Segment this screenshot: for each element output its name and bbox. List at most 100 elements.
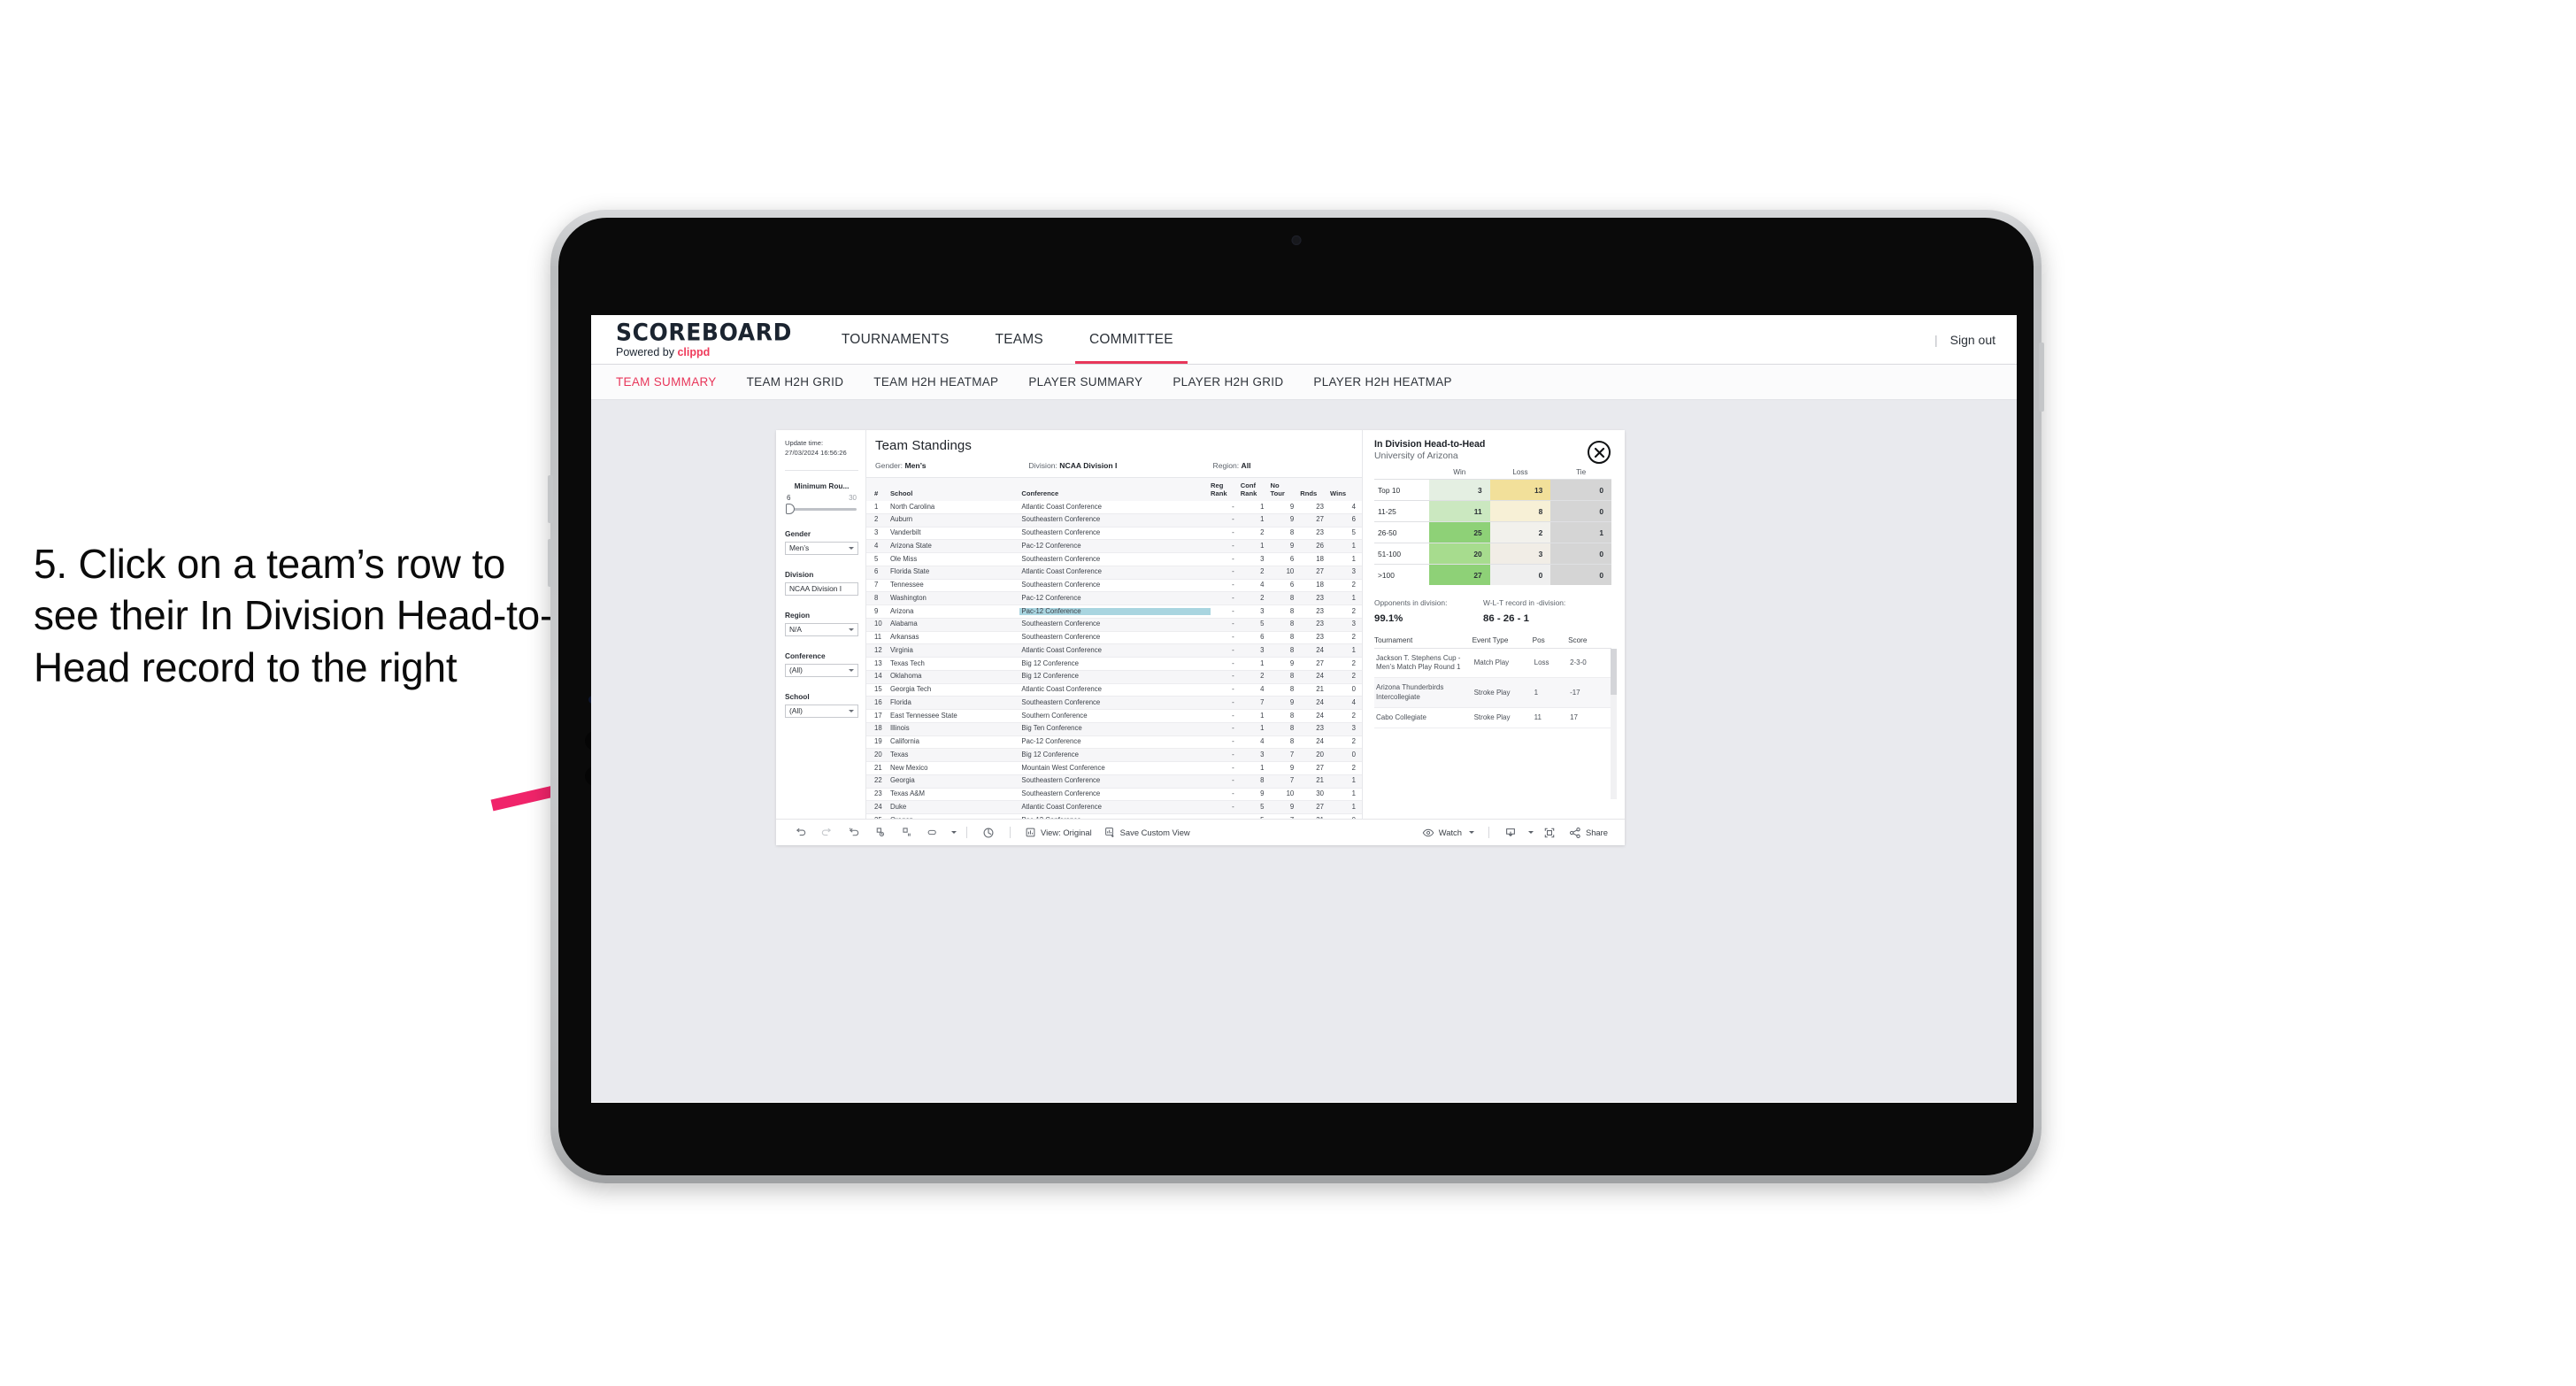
- table-row[interactable]: 3 Vanderbilt Southeastern Conference - 2 8 23 5: [866, 527, 1362, 540]
- col-wins[interactable]: Wins: [1329, 478, 1362, 501]
- cell-no-tour: 7: [1289, 750, 1295, 758]
- chevron-down-icon: [849, 668, 854, 672]
- subnav-item-player-h2h-heatmap[interactable]: PLAYER H2H HEATMAP: [1313, 375, 1451, 389]
- table-row[interactable]: 11 Arkansas Southeastern Conference - 6 8 23 2: [866, 631, 1362, 644]
- share-button[interactable]: Share: [1563, 827, 1614, 839]
- download-caret-icon[interactable]: [1524, 820, 1536, 846]
- cell-conf-rank: 4: [1260, 685, 1265, 694]
- col-conf-rank[interactable]: Conf Rank: [1240, 478, 1271, 501]
- cell-reg-rank: -: [1232, 593, 1234, 602]
- table-row[interactable]: 6 Florida State Atlantic Coast Conference -…: [866, 566, 1362, 579]
- undo-icon[interactable]: [787, 820, 813, 846]
- table-row[interactable]: 7 Tennessee Southeastern Conference - 4 6 18 2: [866, 579, 1362, 592]
- table-row[interactable]: 23 Texas A&M Southeastern Conference - 9 10 30…: [866, 788, 1362, 801]
- scrollbar-thumb[interactable]: [1611, 649, 1617, 695]
- table-row[interactable]: Jackson T. Stephens Cup - Men’s Match Pl…: [1374, 648, 1611, 679]
- power-button[interactable]: [2039, 343, 2044, 412]
- cell-rank: 22: [874, 776, 882, 785]
- table-row[interactable]: 1 North Carolina Atlantic Coast Conference…: [866, 501, 1362, 514]
- gender-label: Gender: [785, 528, 811, 538]
- col-score[interactable]: Score: [1568, 636, 1611, 649]
- cell-no-tour: 9: [1289, 763, 1295, 772]
- table-row[interactable]: 13 Texas Tech Big 12 Conference - 1 9 27 2: [866, 658, 1362, 671]
- subnav-item-team-h2h-grid[interactable]: TEAM H2H GRID: [747, 375, 844, 389]
- watch-button[interactable]: Watch: [1416, 828, 1480, 838]
- brand-logo[interactable]: SCOREBOARD Powered by clippd: [591, 320, 811, 358]
- cell-school: Oklahoma: [889, 672, 922, 681]
- table-row[interactable]: 19 California Pac-12 Conference - 4 8 24 2: [866, 735, 1362, 749]
- table-row[interactable]: 17 East Tennessee State Southern Conferenc…: [866, 710, 1362, 723]
- table-row[interactable]: 15 Georgia Tech Atlantic Coast Conference -…: [866, 683, 1362, 697]
- table-row[interactable]: 16 Florida Southeastern Conference - 7 9 24 4: [866, 696, 1362, 710]
- subnav-item-player-summary[interactable]: PLAYER SUMMARY: [1028, 375, 1142, 389]
- device-preview-icon[interactable]: [919, 820, 946, 846]
- table-row[interactable]: 14 Oklahoma Big 12 Conference - 2 8 24 2: [866, 670, 1362, 683]
- table-row[interactable]: 21 New Mexico Mountain West Conference - 1 9 2…: [866, 762, 1362, 775]
- slider-handle[interactable]: [786, 503, 795, 514]
- school-select[interactable]: (All): [785, 704, 858, 718]
- table-row[interactable]: 10 Alabama Southeastern Conference - 5 8 23 3: [866, 618, 1362, 631]
- view-original-button[interactable]: View: Original: [1019, 827, 1098, 838]
- fullscreen-icon[interactable]: [1536, 820, 1563, 846]
- table-row[interactable]: 4 Arizona State Pac-12 Conference - 1 9 26 1: [866, 539, 1362, 553]
- col-rank[interactable]: #: [866, 478, 890, 501]
- col-event-type[interactable]: Event Type: [1472, 636, 1533, 649]
- device-preview-caret-icon[interactable]: [946, 820, 958, 846]
- cell-reg-rank: -: [1232, 567, 1234, 576]
- close-icon[interactable]: [1588, 441, 1611, 464]
- table-row[interactable]: 2 Auburn Southeastern Conference - 1 9 27 6: [866, 513, 1362, 527]
- subnav-item-team-summary[interactable]: TEAM SUMMARY: [616, 375, 717, 389]
- col-conference[interactable]: Conference: [1021, 478, 1211, 501]
- h2h-cell-tie: 1: [1550, 521, 1611, 543]
- nav-tab-committee[interactable]: COMMITTEE: [1066, 315, 1196, 364]
- redo-icon[interactable]: [813, 820, 840, 846]
- nav-tab-teams[interactable]: TEAMS: [973, 315, 1066, 364]
- alerts-icon[interactable]: [975, 820, 1002, 846]
- meta-region: Region: All: [1212, 461, 1251, 470]
- volume-up-button[interactable]: [548, 475, 553, 523]
- table-row[interactable]: 24 Duke Atlantic Coast Conference - 5 9 27 1: [866, 800, 1362, 814]
- save-custom-view-button[interactable]: Save Custom View: [1098, 827, 1196, 838]
- table-row[interactable]: 22 Georgia Southeastern Conference - 8 7 21 1: [866, 774, 1362, 788]
- volume-down-button[interactable]: [548, 539, 553, 587]
- table-row[interactable]: 12 Virginia Atlantic Coast Conference - 3 8 24…: [866, 643, 1362, 658]
- h2h-cell-tie: 0: [1550, 564, 1611, 585]
- table-row[interactable]: 20 Texas Big 12 Conference - 3 7 20 0: [866, 748, 1362, 762]
- division-select[interactable]: NCAA Division I: [785, 581, 858, 596]
- download-icon[interactable]: [1497, 820, 1524, 846]
- col-no-tour[interactable]: No Tour: [1270, 478, 1301, 501]
- cell-conf-rank: 7: [1260, 697, 1265, 706]
- col-pos[interactable]: Pos: [1532, 636, 1569, 649]
- table-row[interactable]: 5 Ole Miss Southeastern Conference - 3 6 18 1: [866, 553, 1362, 566]
- sign-out-link[interactable]: Sign out: [1950, 333, 1995, 347]
- gender-value: Men’s: [789, 543, 810, 553]
- table-row[interactable]: Arizona Thunderbirds Intercollegiate Stro…: [1374, 677, 1611, 708]
- app-screen: SCOREBOARD Powered by clippd TOURNAMENTS…: [591, 315, 2017, 1103]
- revert-icon[interactable]: [840, 820, 866, 846]
- conference-value: (All): [789, 666, 803, 675]
- pause-updates-icon[interactable]: [893, 820, 919, 846]
- subnav-item-player-h2h-grid[interactable]: PLAYER H2H GRID: [1173, 375, 1283, 389]
- cell-conf-rank: 2: [1260, 672, 1265, 681]
- col-school[interactable]: School: [889, 478, 1022, 501]
- gender-select[interactable]: Men’s: [785, 541, 858, 555]
- nav-tab-tournaments[interactable]: TOURNAMENTS: [819, 315, 973, 364]
- cell-rank: 17: [874, 711, 882, 720]
- refresh-data-icon[interactable]: [866, 820, 893, 846]
- table-row[interactable]: 8 Washington Pac-12 Conference - 2 8 23 1: [866, 591, 1362, 605]
- h2h-cell-tie: 0: [1550, 543, 1611, 565]
- col-rnds[interactable]: Rnds: [1300, 478, 1330, 501]
- h2h-vertical-scrollbar[interactable]: [1611, 649, 1617, 799]
- col-reg-rank[interactable]: Reg Rank: [1211, 478, 1241, 501]
- col-tournament[interactable]: Tournament: [1374, 636, 1473, 649]
- cell-wins: 0: [1351, 750, 1356, 758]
- region-select[interactable]: N/A: [785, 622, 858, 636]
- table-row[interactable]: Cabo Collegiate Stroke Play 11 17: [1374, 707, 1611, 729]
- conference-select[interactable]: (All): [785, 663, 858, 677]
- table-row[interactable]: 18 Illinois Big Ten Conference -1 8 23 3: [866, 722, 1362, 735]
- table-row[interactable]: 9 Arizona Pac-12 Conference - 3 8 23 2: [866, 605, 1362, 619]
- cell-no-tour: 9: [1289, 802, 1295, 811]
- subnav-item-team-h2h-heatmap[interactable]: TEAM H2H HEATMAP: [873, 375, 998, 389]
- cell-school: Texas Tech: [889, 658, 925, 667]
- minimum-rounds-slider[interactable]: [785, 503, 858, 514]
